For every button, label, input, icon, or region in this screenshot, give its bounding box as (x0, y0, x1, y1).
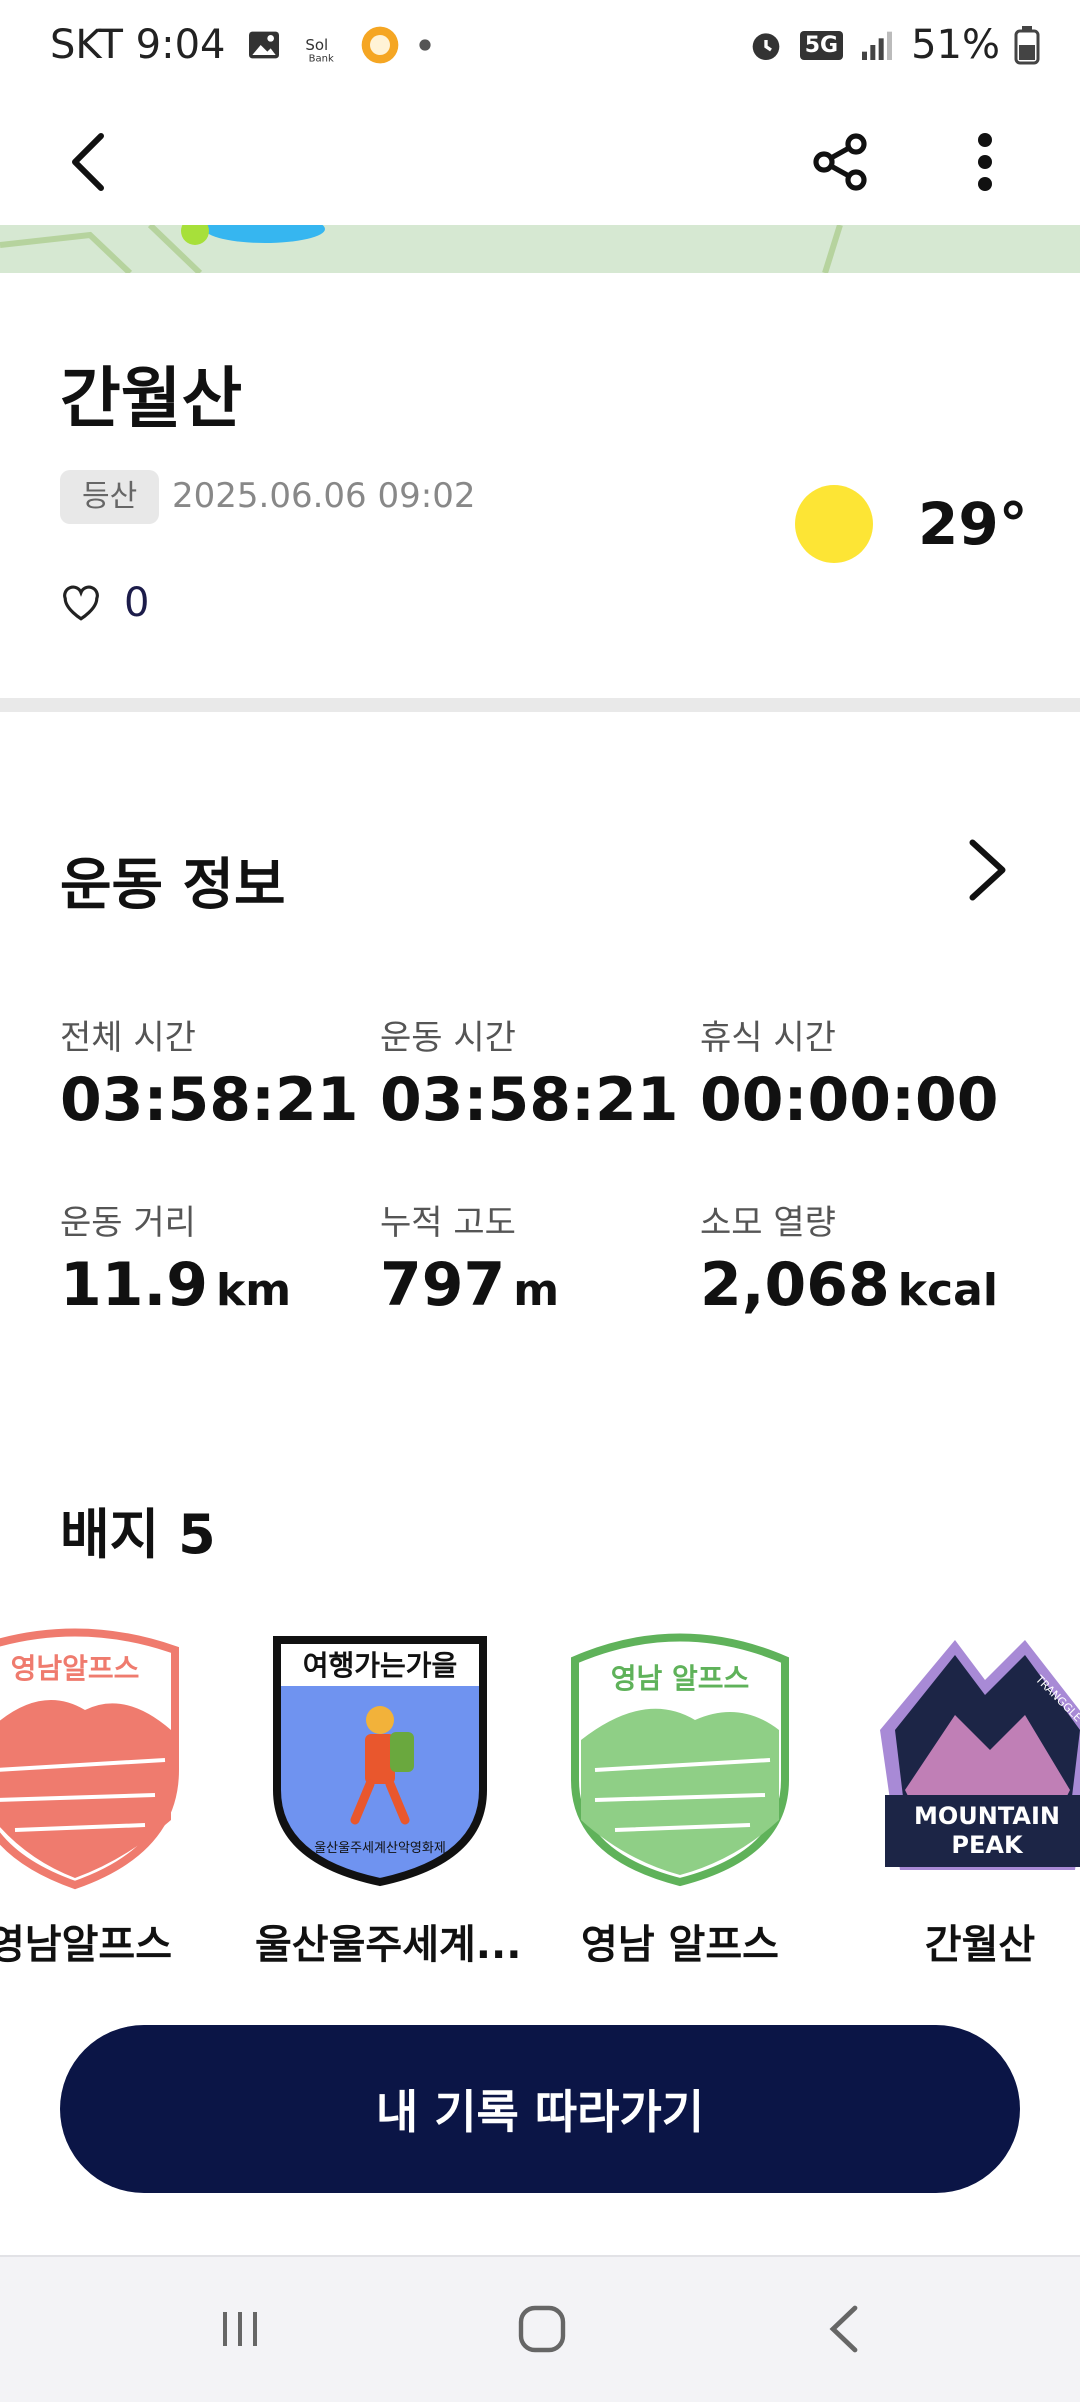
exercise-detail-button[interactable] (955, 835, 1025, 915)
badge-item[interactable]: 영남 알프스 영남 알프스 (555, 1620, 805, 1970)
stat-elevation: 누적 고도 797 m (380, 1195, 559, 1320)
activity-tag: 등산 (60, 470, 160, 524)
system-nav-bar (0, 2255, 1080, 2402)
stat-unit: km (216, 1265, 292, 1316)
badge-item[interactable]: 여행가는가을 울산울주세계산악영화제 울산울주세계... (255, 1620, 522, 1970)
stat-value: 11.9 (60, 1250, 209, 1320)
status-right: 5G 51% (746, 22, 1040, 68)
recent-apps-button[interactable] (195, 2284, 285, 2374)
stat-value: 03:58:21 (60, 1065, 359, 1135)
svg-text:여행가는가을: 여행가는가을 (303, 1649, 458, 1682)
stat-value: 03:58:21 (380, 1065, 679, 1135)
page-title: 간월산 (60, 360, 243, 437)
stat-unit: m (513, 1265, 560, 1316)
badge-mountain-peak-icon: MOUNTAIN PEAK TRANGGLE (880, 1640, 1080, 1870)
chevron-left-icon (72, 133, 104, 191)
more-vertical-icon (978, 133, 992, 191)
badge-name: 간월산 (924, 1922, 1036, 1968)
stat-label: 휴식 시간 (700, 1018, 836, 1058)
stat-label: 전체 시간 (60, 1018, 196, 1058)
badge-item[interactable]: 영남알프스 영남알프스 (0, 1620, 205, 1970)
sol-bank-icon: SolBank (305, 36, 334, 65)
svg-text:Bank: Bank (308, 54, 333, 65)
home-icon (518, 2305, 566, 2353)
status-bar: SKT 9:04 Sol Bank 5G 51% (0, 0, 1080, 100)
stat-value: 2,068 (700, 1250, 890, 1320)
share-icon (813, 133, 867, 191)
svg-text:영남알프스: 영남알프스 (11, 1652, 140, 1685)
stat-value: 00:00:00 (700, 1065, 999, 1135)
app-notification-icon (361, 26, 398, 64)
signal-icon (862, 31, 893, 60)
badge-ulsan-mountain-film-icon: 여행가는가을 울산울주세계산악영화제 (273, 1636, 487, 1887)
stat-value: 797 (380, 1250, 506, 1320)
temperature: 29° (918, 490, 1028, 558)
route-map[interactable] (0, 225, 1080, 273)
network-badge: 5G (799, 30, 844, 60)
stat-label: 소모 열량 (700, 1203, 836, 1243)
more-button[interactable] (940, 117, 1030, 207)
badge-section-title: 배지 5 (60, 1503, 216, 1566)
back-button[interactable] (45, 117, 135, 207)
stat-rest-time: 휴식 시간 00:00:00 (700, 1010, 998, 1135)
record-datetime: 2025.06.06 09:02 (172, 476, 476, 516)
stat-total-time: 전체 시간 03:58:21 (60, 1010, 358, 1135)
exercise-section-title: 운동 정보 (60, 853, 286, 918)
svg-text:영남 알프스: 영남 알프스 (611, 1662, 750, 1695)
stat-distance: 운동 거리 11.9 km (60, 1195, 291, 1320)
app-bar (0, 100, 1080, 225)
more-notifications-dot-icon (418, 39, 431, 51)
carrier-time: SKT 9:04 (50, 22, 226, 68)
like-button[interactable]: 0 (60, 580, 149, 626)
stat-calories: 소모 열량 2,068 kcal (700, 1195, 998, 1320)
share-button[interactable] (795, 117, 885, 207)
badge-name: 영남알프스 (0, 1922, 172, 1968)
alarm-icon (752, 33, 780, 60)
stat-label: 누적 고도 (380, 1203, 516, 1243)
stat-unit: kcal (897, 1265, 998, 1316)
follow-my-record-button[interactable]: 내 기록 따라가기 (60, 2025, 1020, 2193)
badge-item[interactable]: MOUNTAIN PEAK TRANGGLE 간월산 (860, 1620, 1080, 1970)
chevron-right-icon (969, 839, 1006, 901)
stat-label: 운동 시간 (380, 1018, 516, 1058)
sun-icon (795, 485, 873, 563)
home-button[interactable] (497, 2284, 587, 2374)
svg-text:MOUNTAIN: MOUNTAIN (914, 1802, 1060, 1830)
section-divider (0, 698, 1080, 712)
back-arrow-icon (829, 2305, 858, 2353)
status-left: SKT 9:04 Sol Bank (50, 22, 432, 68)
badge-yeongnam-alps-red-icon: 영남알프스 (0, 1628, 179, 1890)
heart-icon (63, 585, 99, 621)
recent-apps-icon (223, 2312, 257, 2346)
badge-yeongnam-alps-green-icon: 영남 알프스 (571, 1633, 789, 1887)
stat-label: 운동 거리 (60, 1203, 196, 1243)
svg-text:울산울주세계산악영화제: 울산울주세계산악영화제 (314, 1841, 446, 1856)
like-count: 0 (124, 580, 150, 626)
battery-icon (1014, 26, 1040, 65)
map-route-graphic (0, 225, 843, 273)
svg-text:PEAK: PEAK (951, 1831, 1024, 1859)
gallery-icon (248, 31, 279, 59)
system-back-button[interactable] (800, 2284, 890, 2374)
battery-percent: 51% (911, 22, 1000, 68)
badge-name: 영남 알프스 (581, 1922, 779, 1968)
stat-exercise-time: 운동 시간 03:58:21 (380, 1010, 678, 1135)
svg-text:Sol: Sol (305, 36, 328, 54)
badge-name: 울산울주세계... (255, 1922, 522, 1968)
